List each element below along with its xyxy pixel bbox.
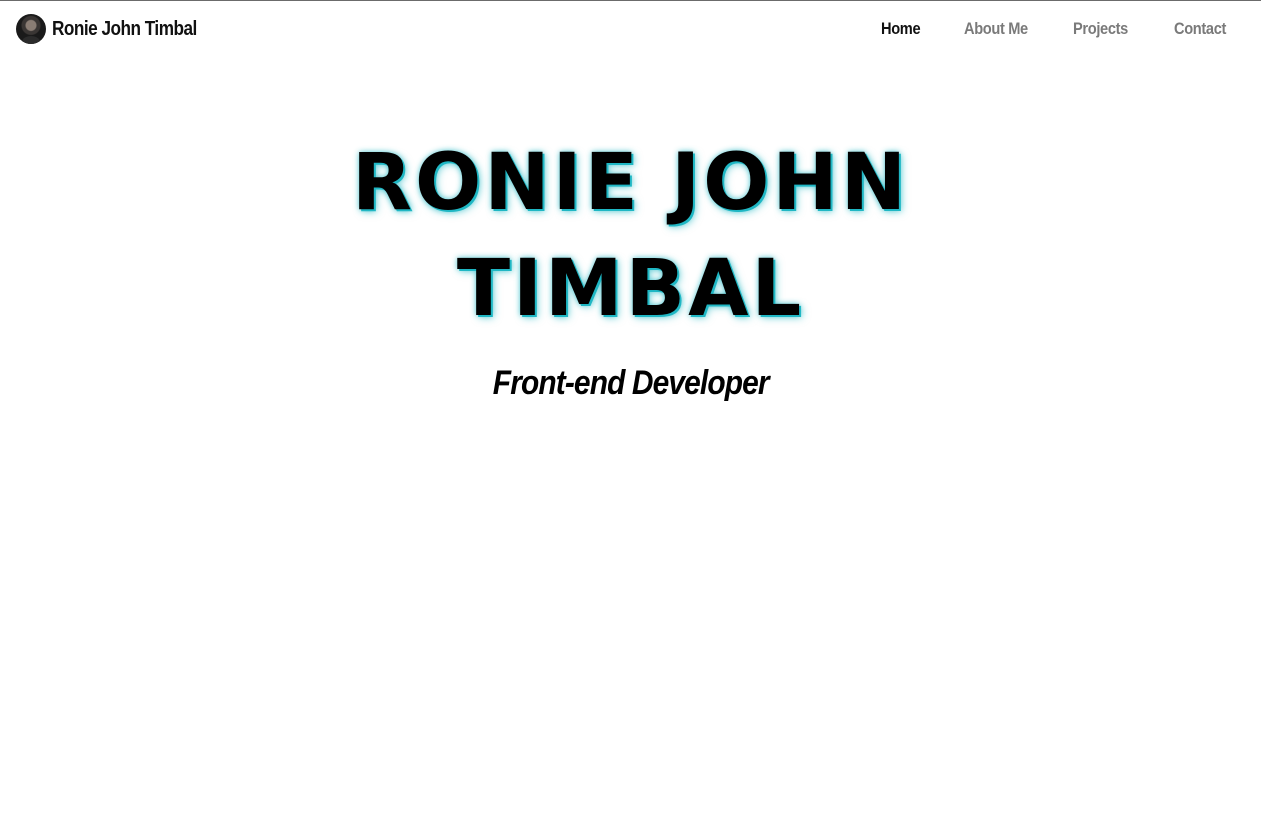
nav-link-contact[interactable]: Contact <box>1174 19 1226 39</box>
navbar: Ronie John Timbal Home About Me Projects… <box>0 1 1261 57</box>
nav-link-about-me[interactable]: About Me <box>964 19 1028 39</box>
hero-section: RONIE JOHN TIMBAL Front-end Developer <box>0 130 1261 403</box>
nav-links: Home About Me Projects Contact <box>0 19 1261 41</box>
nav-link-projects[interactable]: Projects <box>1073 19 1128 39</box>
hero-title: RONIE JOHN TIMBAL <box>352 138 909 334</box>
nav-link-home[interactable]: Home <box>881 19 921 39</box>
hero-subtitle: Front-end Developer <box>492 364 770 402</box>
